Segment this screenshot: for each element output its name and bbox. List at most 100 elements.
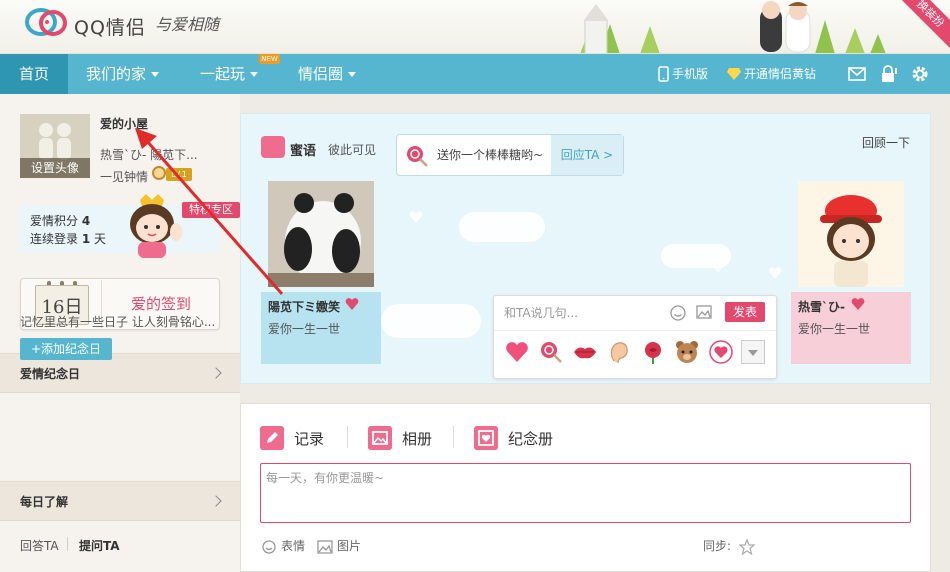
- app-header: QQ情侣 与爱相随 换装扮: [0, 0, 950, 54]
- review-link[interactable]: 回顾一下: [862, 134, 910, 151]
- nav-home[interactable]: 首页: [0, 54, 68, 94]
- chevron-down-icon: [250, 72, 259, 77]
- qq-couple-logo-icon[interactable]: [25, 8, 69, 38]
- record-textarea[interactable]: 每一天，有你更温暖~: [260, 463, 911, 523]
- heart-decoration-icon: [711, 261, 725, 273]
- nav-our-home-label: 我们的家: [86, 65, 147, 83]
- left-sidebar: 设置头像 爱的小屋 热雪`ひ- 陽苋下... 一见钟情 LV.1 爱情积分 4 …: [0, 94, 240, 572]
- emoji-tool-label: 表情: [281, 539, 306, 553]
- lollipop-emoji-icon[interactable]: [538, 339, 564, 365]
- login-value: 1: [81, 232, 91, 246]
- image-icon[interactable]: [696, 305, 712, 319]
- record-placeholder: 每一天，有你更温暖~: [266, 471, 385, 485]
- message-composer: 和TA说几句... 发表: [493, 295, 777, 379]
- mail-icon[interactable]: [848, 67, 866, 81]
- mobile-icon: [658, 66, 669, 82]
- love-score-value: 4: [81, 214, 91, 228]
- main-nav: 首页 我们的家 一起玩 NEW 情侣圈 手机版 开通情侣黄钻: [0, 54, 950, 94]
- image-tool[interactable]: 图片: [317, 537, 361, 554]
- message-input[interactable]: 和TA说几句...: [504, 304, 578, 321]
- cloud-decoration: [459, 212, 545, 242]
- tab-ask-ta[interactable]: 提问TA: [79, 537, 120, 554]
- partner-left-motto: 爱你一生一世: [268, 322, 341, 336]
- lock-icon[interactable]: [880, 65, 898, 83]
- daily-title: 每日了解: [20, 495, 69, 509]
- privilege-zone-tag[interactable]: 特权专区: [182, 202, 240, 218]
- house-title[interactable]: 爱的小屋: [100, 115, 148, 132]
- lips-emoji-icon[interactable]: [572, 339, 598, 365]
- ear-emoji-icon[interactable]: [606, 339, 632, 365]
- bear-emoji-icon[interactable]: [674, 339, 700, 365]
- emoji-tool[interactable]: 表情: [261, 537, 305, 554]
- qzone-star-icon[interactable]: [738, 537, 756, 555]
- sync-label: 同步:: [703, 537, 756, 555]
- chevron-down-icon: [348, 72, 357, 77]
- heart-icon: [345, 298, 359, 310]
- change-skin-ribbon[interactable]: 换装扮: [893, 0, 950, 51]
- new-badge: NEW: [259, 54, 280, 64]
- add-anniversary-button[interactable]: +添加纪念日: [20, 338, 112, 360]
- couple-names: 热雪`ひ- 陽苋下...: [100, 148, 198, 162]
- love-letter-emoji-icon[interactable]: [708, 339, 734, 365]
- partner-right-info: 热雪`ひ- 爱你一生一世: [791, 292, 911, 364]
- post-button[interactable]: 发表: [725, 302, 765, 322]
- rose-emoji-icon[interactable]: [640, 339, 666, 365]
- tab-answer-ta[interactable]: 回答TA: [20, 537, 59, 554]
- nav-circle-label: 情侣圈: [298, 65, 344, 83]
- partner-card-right[interactable]: 热雪`ひ- 爱你一生一世: [791, 174, 911, 364]
- nav-couple-circle[interactable]: 情侣圈: [298, 54, 357, 94]
- girl-photo[interactable]: [798, 181, 904, 287]
- lollipop-icon: [407, 146, 428, 167]
- cloud-decoration: [381, 304, 481, 338]
- partner-card-left[interactable]: 陽苋下ミ嫐笑 爱你一生一世: [261, 174, 381, 364]
- image-tool-label: 图片: [337, 539, 362, 553]
- app-title: QQ情侣: [74, 17, 146, 39]
- image-icon: [317, 539, 333, 554]
- memorial-book-icon: [474, 426, 498, 450]
- nav-home-label: 首页: [18, 65, 49, 83]
- miyu-title: 蜜语: [290, 144, 317, 159]
- tab-separator: [453, 426, 454, 448]
- lollipop-text: 送你一个棒棒糖哟~: [437, 148, 544, 162]
- slogan: 与爱相随: [155, 15, 220, 34]
- gear-icon[interactable]: [911, 65, 929, 83]
- couple-scene-banner: [580, 1, 886, 53]
- nav-play-label: 一起玩: [200, 65, 246, 83]
- nav-our-home[interactable]: 我们的家: [86, 54, 160, 94]
- composer-panel: 记录 相册 纪念册 每一天，有你更温暖~ 表情 图片 同步:: [240, 403, 931, 572]
- open-diamond-link[interactable]: 开通情侣黄钻: [744, 54, 816, 94]
- reply-ta-button[interactable]: 回应TA >: [551, 135, 623, 175]
- set-avatar-label[interactable]: 设置头像: [20, 158, 90, 178]
- panda-image: [268, 181, 374, 287]
- daily-section-header[interactable]: 每日了解: [0, 481, 240, 521]
- level-badge: LV.1: [166, 168, 192, 181]
- nav-play-together[interactable]: 一起玩: [200, 54, 259, 94]
- partner-right-name: 热雪`ひ-: [798, 300, 845, 314]
- pencil-icon: [260, 426, 284, 450]
- smiley-icon: [262, 539, 276, 554]
- heart-icon: [851, 298, 865, 310]
- chevron-down-icon: [748, 350, 758, 356]
- partner-left-info: 陽苋下ミ嫐笑 爱你一生一世: [261, 292, 381, 364]
- more-emoji-dropdown[interactable]: [741, 340, 765, 364]
- heart-emoji-icon[interactable]: [504, 339, 530, 365]
- login-unit: 天: [94, 232, 107, 246]
- chat-bubble-icon: [261, 136, 285, 158]
- panda-photo[interactable]: [268, 181, 374, 287]
- qa-separator: [67, 537, 68, 551]
- tab-album-label: 相册: [402, 430, 433, 448]
- composer-divider: [494, 330, 776, 331]
- love-stage: 一见钟情: [100, 170, 149, 184]
- mobile-link[interactable]: 手机版: [672, 54, 708, 94]
- diamond-icon: [727, 68, 741, 80]
- photo-icon: [368, 426, 392, 450]
- girl-mascot-icon: [130, 194, 182, 258]
- avatar[interactable]: 设置头像: [20, 114, 90, 178]
- tab-record-label: 记录: [294, 430, 325, 448]
- tab-memorial-label: 纪念册: [508, 430, 554, 448]
- lollipop-message: 送你一个棒棒糖哟~ 回应TA >: [396, 134, 624, 176]
- smiley-icon[interactable]: [670, 305, 686, 321]
- chevron-right-icon: [210, 495, 222, 507]
- partner-left-name: 陽苋下ミ嫐笑: [268, 300, 341, 314]
- sync-label-text: 同步:: [703, 539, 732, 553]
